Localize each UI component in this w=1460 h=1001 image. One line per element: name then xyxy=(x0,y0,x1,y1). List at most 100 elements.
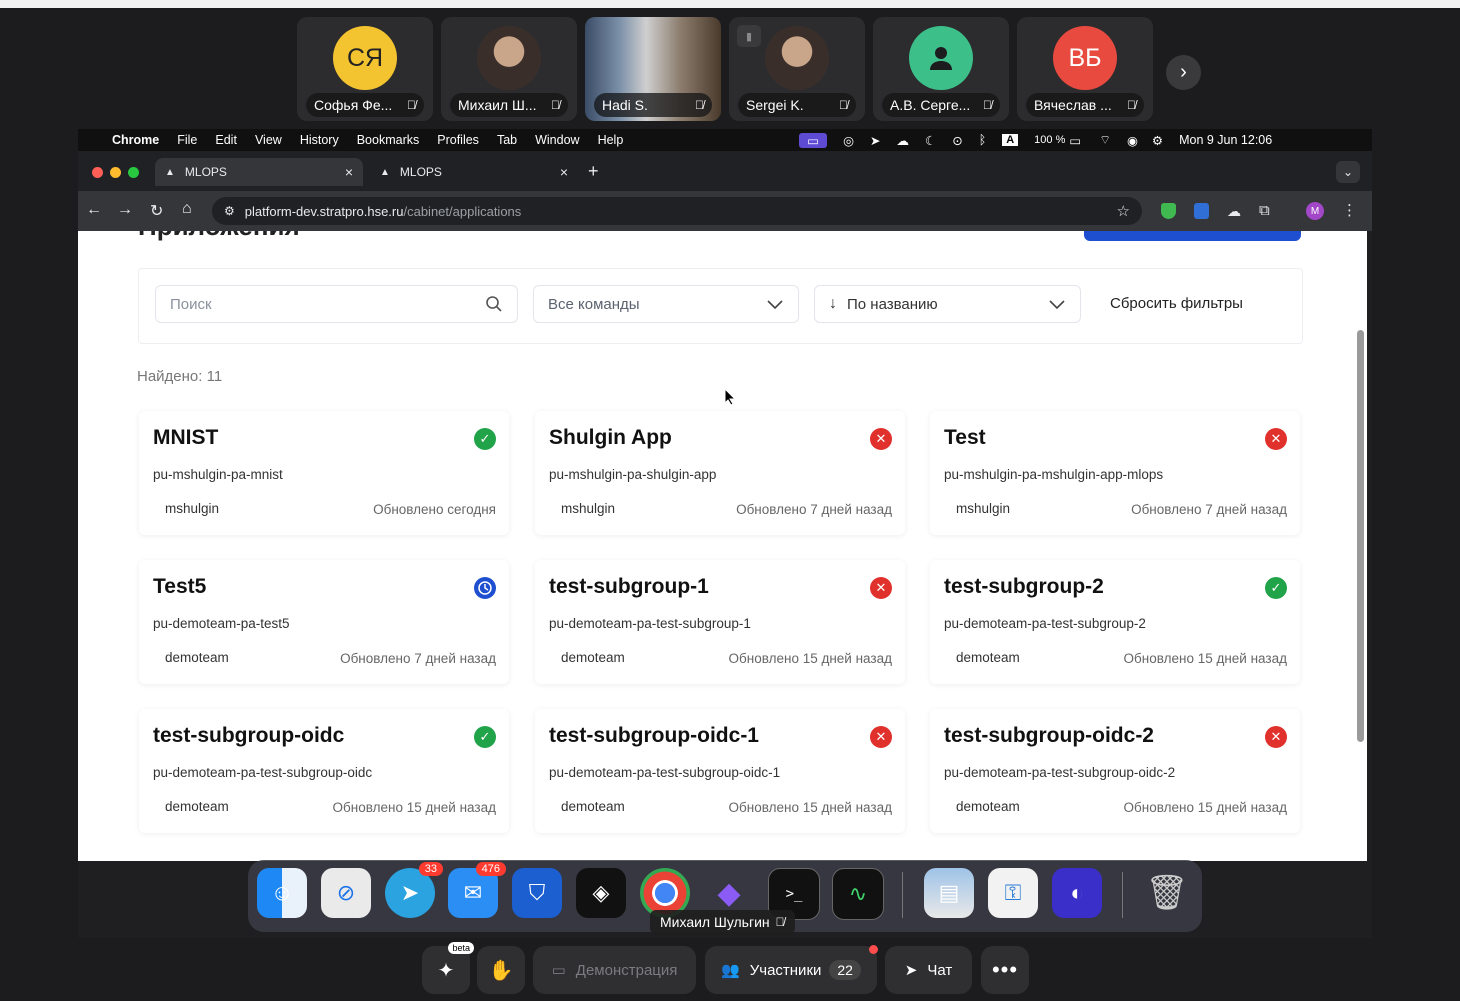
tab-search-button[interactable]: ⌄ xyxy=(1336,161,1360,183)
app-team: demoteam xyxy=(165,799,229,814)
user-icon[interactable]: ◉ xyxy=(1127,133,1138,148)
play-icon[interactable]: ⊙ xyxy=(952,133,962,148)
close-window-button[interactable] xyxy=(92,167,103,178)
telegram-icon[interactable]: ➤ 33 xyxy=(385,862,443,918)
maximize-window-button[interactable] xyxy=(128,167,139,178)
reset-filters-button[interactable]: Сбросить фильтры xyxy=(1110,295,1243,312)
passwords-icon[interactable]: ⚿ xyxy=(988,868,1038,918)
raise-hand-button[interactable]: ✋ xyxy=(477,946,525,994)
menu-profiles[interactable]: Profiles xyxy=(437,133,479,147)
bookmark-star-icon[interactable]: ☆ xyxy=(1117,202,1130,220)
avatar xyxy=(765,26,829,90)
safari-icon[interactable]: ⊘ xyxy=(321,868,371,918)
menu-file[interactable]: File xyxy=(177,133,197,147)
app-card[interactable]: test-subgroup-oidc-2 ✕ pu-demoteam-pa-te… xyxy=(930,709,1300,833)
cube-app-icon[interactable]: ◈ xyxy=(576,868,626,918)
reload-icon[interactable]: ↻ xyxy=(150,201,163,221)
send-icon[interactable]: ➤ xyxy=(870,133,880,148)
create-app-button[interactable] xyxy=(1084,231,1301,241)
browser-tab-active[interactable]: ▲ MLOPS × xyxy=(155,158,363,186)
input-source-icon[interactable]: A xyxy=(1002,134,1019,146)
close-tab-icon[interactable]: × xyxy=(560,164,568,180)
menu-bookmarks[interactable]: Bookmarks xyxy=(357,133,420,147)
wifi-icon[interactable]: ⌔ xyxy=(1099,132,1111,148)
menu-edit[interactable]: Edit xyxy=(215,133,237,147)
status-error-icon: ✕ xyxy=(870,726,892,748)
puzzle-icon[interactable]: ⧉ xyxy=(1259,202,1270,219)
profile-avatar[interactable]: M xyxy=(1306,202,1324,220)
participant-tile[interactable]: ВБ Вячеслав ... 🎙̸ xyxy=(1017,17,1153,121)
chat-button[interactable]: ➤ Чат xyxy=(885,946,972,994)
finder-icon[interactable]: ☺ xyxy=(257,868,307,918)
new-tab-button[interactable]: + xyxy=(588,161,599,182)
participants-button[interactable]: 👥 Участники 22 xyxy=(705,945,878,994)
browser-tab[interactable]: ▲ MLOPS × xyxy=(370,158,578,186)
menu-help[interactable]: Help xyxy=(598,133,624,147)
address-bar[interactable]: ⚙ platform-dev.stratpro.hse.ru/cabinet/a… xyxy=(212,197,1142,225)
bitwarden-icon[interactable]: ⛉ xyxy=(512,868,562,918)
screen-share-icon[interactable]: ▭ xyxy=(799,132,828,148)
extension-icon[interactable]: ☁ xyxy=(1227,203,1241,220)
mic-muted-icon: 🎙̸ xyxy=(407,98,416,112)
app-icon[interactable]: ◐ xyxy=(1052,868,1102,918)
app-team: mshulgin xyxy=(956,501,1011,516)
signal-icon: ▮ xyxy=(737,25,761,47)
preview-icon[interactable]: ▤ xyxy=(924,868,974,918)
menu-window[interactable]: Window xyxy=(535,133,579,147)
tab-title: MLOPS xyxy=(399,165,442,179)
app-card[interactable]: test-subgroup-oidc-1 ✕ pu-demoteam-pa-te… xyxy=(535,709,905,833)
status-ok-icon: ✓ xyxy=(474,726,496,748)
team-select[interactable]: Все команды xyxy=(533,285,799,323)
moon-icon[interactable]: ☾ xyxy=(925,133,936,148)
close-tab-icon[interactable]: × xyxy=(345,164,353,180)
bluetooth-icon[interactable]: ᛒ xyxy=(979,133,987,147)
participant-tile[interactable]: Hadi S. 🎙̸ xyxy=(585,17,721,121)
screen-share-button[interactable]: ▭ Демонстрация xyxy=(533,946,696,994)
trash-icon[interactable]: 🗑 xyxy=(1142,868,1192,918)
menu-history[interactable]: History xyxy=(300,133,339,147)
next-participants-button[interactable]: › xyxy=(1166,55,1201,90)
ai-assistant-button[interactable]: ✦ beta xyxy=(422,942,474,994)
shield-extension-icon[interactable] xyxy=(1161,203,1176,219)
battery-icon[interactable]: ▭ xyxy=(1069,133,1081,148)
participant-tile[interactable]: ▮ Sergei K. 🎙̸ xyxy=(729,17,865,121)
page-scrollbar[interactable] xyxy=(1357,330,1364,742)
app-card[interactable]: Test5 pu-demoteam-pa-test5 demoteam Обно… xyxy=(139,560,509,684)
app-card[interactable]: test-subgroup-oidc ✓ pu-demoteam-pa-test… xyxy=(139,709,509,833)
home-icon[interactable]: ⌂ xyxy=(182,200,192,218)
extension-icon[interactable] xyxy=(1194,203,1209,219)
sort-select[interactable]: ↓ По названию xyxy=(814,285,1081,323)
page-title: Приложения xyxy=(138,231,338,241)
search-input[interactable]: Поиск xyxy=(155,285,518,323)
minimize-window-button[interactable] xyxy=(110,167,121,178)
app-card[interactable]: Test ✕ pu-mshulgin-pa-mshulgin-app-mlops… xyxy=(930,411,1300,535)
app-title: test-subgroup-2 xyxy=(944,575,1104,598)
app-team: demoteam xyxy=(561,799,625,814)
control-center-icon[interactable]: ⚙ xyxy=(1152,133,1163,148)
cloud-icon[interactable]: ☁ xyxy=(897,133,910,148)
status-icon[interactable]: ◎ xyxy=(843,133,854,148)
app-team: mshulgin xyxy=(165,501,220,516)
menu-view[interactable]: View xyxy=(255,133,282,147)
menu-dots-icon[interactable]: ⋮ xyxy=(1342,201,1357,219)
more-button[interactable]: ••• xyxy=(981,946,1029,994)
participant-tile[interactable]: Михаил Ш... 🎙̸ xyxy=(441,17,577,121)
menu-tab[interactable]: Tab xyxy=(497,133,517,147)
activity-monitor-icon[interactable]: ∿ xyxy=(832,868,884,920)
app-team: demoteam xyxy=(956,799,1020,814)
back-icon[interactable]: ← xyxy=(86,201,102,219)
app-slug: pu-demoteam-pa-test-subgroup-oidc-1 xyxy=(549,765,781,780)
forward-icon[interactable]: → xyxy=(117,201,133,219)
participant-name: Hadi S. xyxy=(602,97,648,113)
app-title: test-subgroup-oidc xyxy=(153,724,345,747)
menu-app-name[interactable]: Chrome xyxy=(112,133,159,147)
clock-text[interactable]: Mon 9 Jun 12:06 xyxy=(1179,133,1272,147)
participant-tile[interactable]: СЯ Софья Фе... 🎙̸ xyxy=(297,17,433,121)
app-card[interactable]: Shulgin App ✕ pu-mshulgin-pa-shulgin-app… xyxy=(535,411,905,535)
mail-icon[interactable]: ✉ 476 xyxy=(448,862,506,918)
app-card[interactable]: test-subgroup-1 ✕ pu-demoteam-pa-test-su… xyxy=(535,560,905,684)
app-card[interactable]: MNIST ✓ pu-mshulgin-pa-mnist mshulgin Об… xyxy=(139,411,509,535)
site-info-icon[interactable]: ⚙ xyxy=(224,204,235,218)
participant-tile[interactable]: А.В. Серге... 🎙̸ xyxy=(873,17,1009,121)
app-card[interactable]: test-subgroup-2 ✓ pu-demoteam-pa-test-su… xyxy=(930,560,1300,684)
